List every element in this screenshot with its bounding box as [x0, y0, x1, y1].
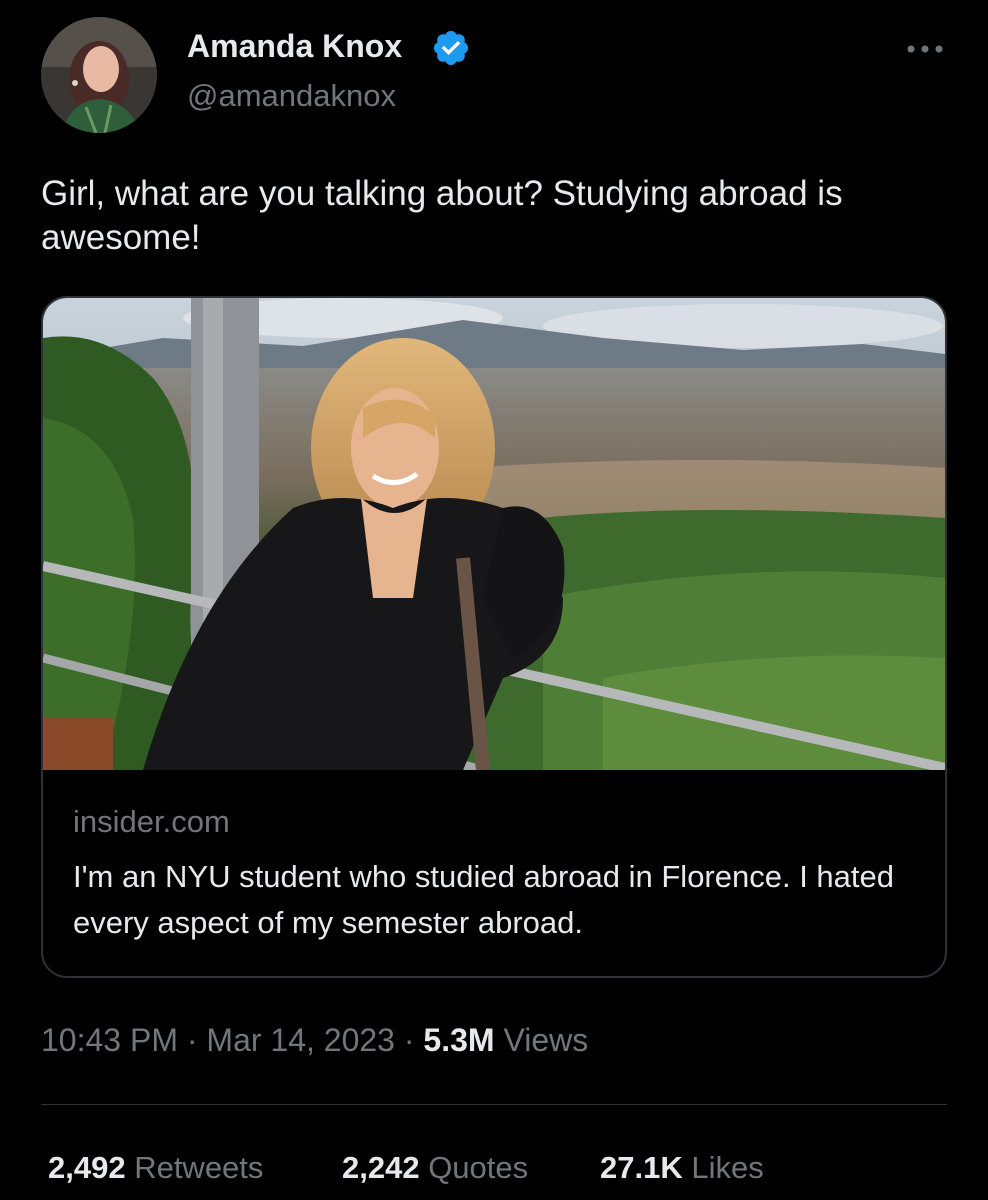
verified-badge-icon [433, 30, 469, 66]
quotes-stat[interactable]: 2,242 Quotes [342, 1150, 528, 1186]
link-card-title: I'm an NYU student who studied abroad in… [73, 859, 895, 940]
retweets-stat[interactable]: 2,492 Retweets [48, 1150, 263, 1186]
link-card[interactable]: insider.com I'm an NYU student who studi… [41, 296, 947, 978]
more-options-button[interactable] [900, 32, 950, 66]
tweet-time[interactable]: 10:43 PM [41, 1022, 178, 1058]
likes-stat[interactable]: 27.1K Likes [600, 1150, 764, 1186]
avatar[interactable] [41, 17, 157, 133]
quotes-count: 2,242 [342, 1150, 420, 1185]
views-label: Views [494, 1022, 589, 1058]
tweet: Amanda Knox @amandaknox Girl, what are y… [0, 0, 988, 1200]
author-handle[interactable]: @amandaknox [187, 78, 396, 114]
retweets-label: Retweets [125, 1150, 264, 1185]
more-dots-icon [907, 45, 943, 53]
retweets-count: 2,492 [48, 1150, 126, 1185]
photo-woman-overlooking-florence-icon [43, 298, 945, 770]
tweet-meta: 10:43 PM · Mar 14, 2023 · 5.3M Views [41, 1022, 588, 1059]
likes-count: 27.1K [600, 1150, 683, 1185]
meta-separator: · [177, 1022, 207, 1058]
profile-photo-icon [41, 17, 157, 133]
tweet-text: Girl, what are you talking about? Studyi… [41, 174, 843, 257]
likes-label: Likes [682, 1150, 764, 1185]
meta-separator: · [394, 1022, 424, 1058]
tweet-date[interactable]: Mar 14, 2023 [206, 1022, 395, 1058]
divider [41, 1104, 947, 1105]
link-card-image[interactable] [43, 298, 945, 770]
link-card-domain: insider.com [73, 804, 230, 839]
author-name[interactable]: Amanda Knox [187, 28, 402, 65]
quotes-label: Quotes [419, 1150, 529, 1185]
views-count: 5.3M [423, 1022, 495, 1058]
